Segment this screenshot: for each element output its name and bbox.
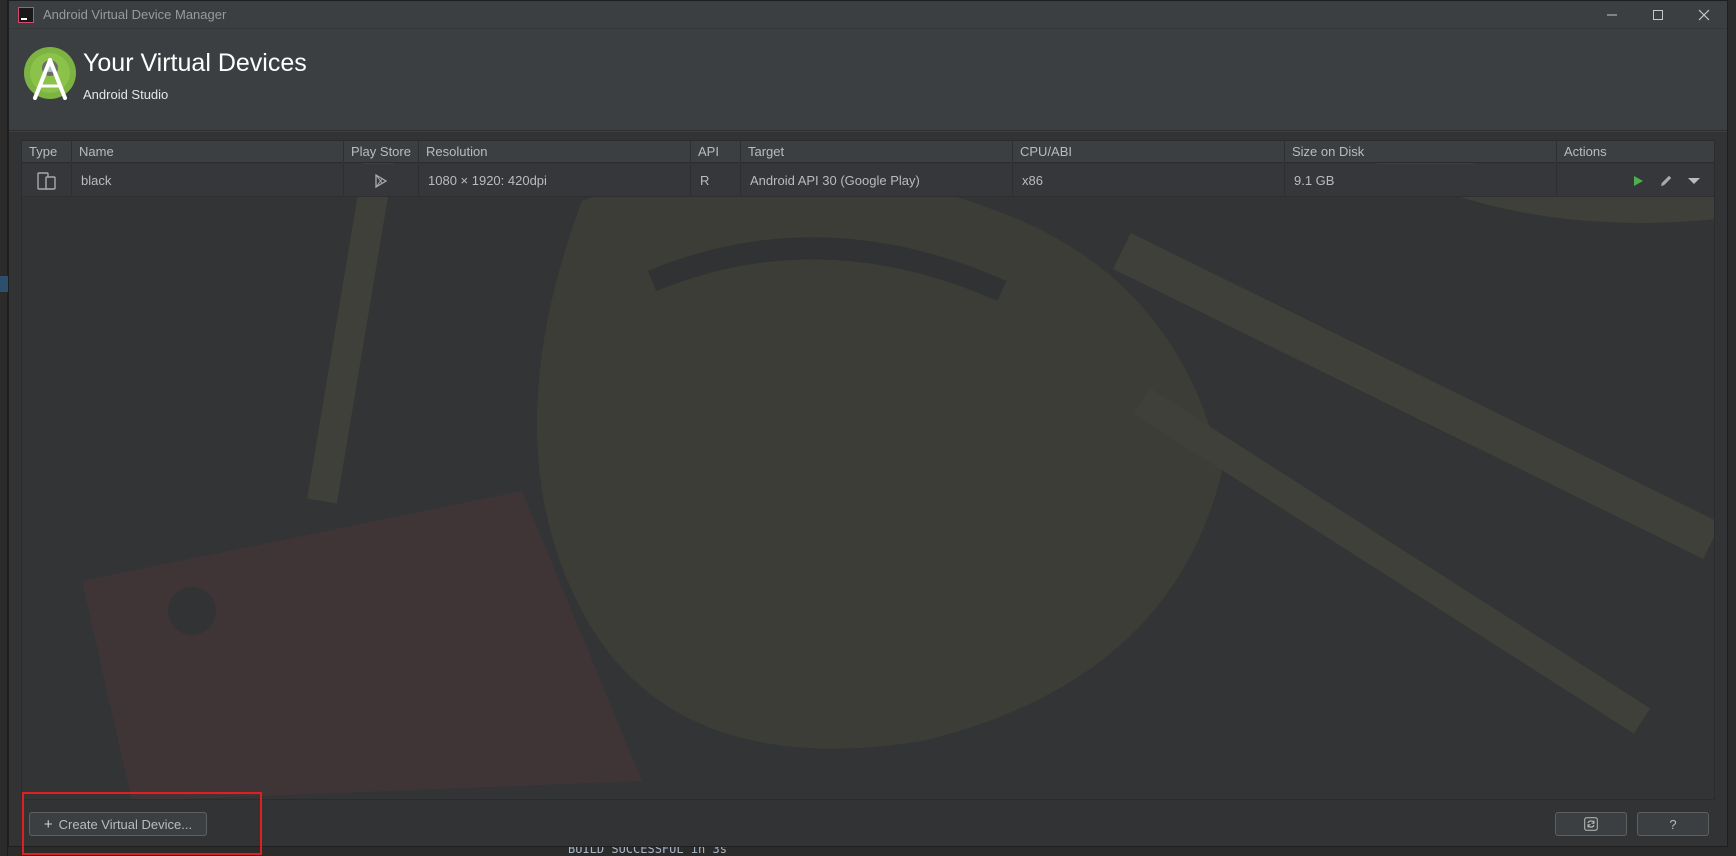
launch-icon (1634, 175, 1643, 186)
device-api: R (691, 164, 741, 197)
create-virtual-device-label: Create Virtual Device... (58, 816, 193, 832)
column-header-api[interactable]: API (691, 141, 741, 163)
create-virtual-device-button[interactable]: + Create Virtual Device... (29, 812, 207, 836)
refresh-button[interactable] (1555, 812, 1627, 836)
column-header-actions: Actions (1564, 144, 1607, 159)
android-studio-logo-icon (24, 47, 76, 100)
title-bar: Android Virtual Device Manager (9, 1, 1727, 29)
refresh-icon (1584, 817, 1598, 831)
ide-background-strip (0, 0, 8, 856)
phone-tablet-icon (36, 171, 56, 190)
more-dropdown-icon (1688, 177, 1700, 184)
play-store-cell (344, 164, 419, 197)
column-header-resolution[interactable]: Resolution (419, 141, 691, 163)
table-row[interactable]: black 1080 × 1920: 420dpi R Android API … (22, 164, 1714, 197)
footer-bar: + Create Virtual Device... ? (9, 812, 1727, 846)
maximize-icon (1653, 9, 1663, 20)
device-actions (1557, 164, 1714, 197)
ide-selection-marker (0, 276, 8, 292)
device-table: Type Name Play Store Resolution API Targ… (21, 140, 1715, 800)
column-header-size-on-disk[interactable]: Size on Disk (1285, 141, 1557, 163)
decorative-background-art (82, 141, 1714, 799)
device-list-area: Type Name Play Store Resolution API Targ… (9, 132, 1727, 855)
device-cpu-abi: x86 (1013, 164, 1285, 197)
close-icon (1698, 9, 1710, 20)
edit-icon (1661, 175, 1672, 186)
avd-manager-window: Android Virtual Device Manager Your Virt… (8, 0, 1728, 855)
device-name: black (72, 164, 344, 197)
column-header-play-store[interactable]: Play Store (344, 141, 419, 163)
column-header-name[interactable]: Name (72, 141, 344, 163)
device-resolution: 1080 × 1920: 420dpi (419, 164, 691, 197)
column-header-target[interactable]: Target (741, 141, 1013, 163)
close-button[interactable] (1681, 1, 1727, 29)
device-size-on-disk: 9.1 GB (1285, 164, 1557, 197)
header-banner: Your Virtual Devices Android Studio (9, 29, 1727, 131)
window-title: Android Virtual Device Manager (43, 7, 227, 22)
column-header-type[interactable]: Type (22, 141, 72, 163)
device-target: Android API 30 (Google Play) (741, 164, 1013, 197)
more-actions-button[interactable] (1686, 173, 1702, 189)
page-subtitle: Android Studio (83, 87, 169, 102)
edit-button[interactable] (1658, 173, 1674, 189)
intellij-app-icon (18, 6, 34, 23)
plus-icon: + (43, 815, 53, 833)
minimize-button[interactable] (1589, 1, 1635, 29)
play-store-icon (375, 173, 388, 188)
device-type-cell (22, 164, 72, 197)
launch-button[interactable] (1630, 173, 1646, 189)
page-title: Your Virtual Devices (83, 49, 307, 77)
table-header: Type Name Play Store Resolution API Targ… (22, 141, 1714, 163)
column-header-cpu-abi[interactable]: CPU/ABI (1013, 141, 1285, 163)
minimize-icon (1607, 14, 1617, 15)
maximize-button[interactable] (1635, 1, 1681, 29)
help-button[interactable]: ? (1637, 812, 1709, 836)
